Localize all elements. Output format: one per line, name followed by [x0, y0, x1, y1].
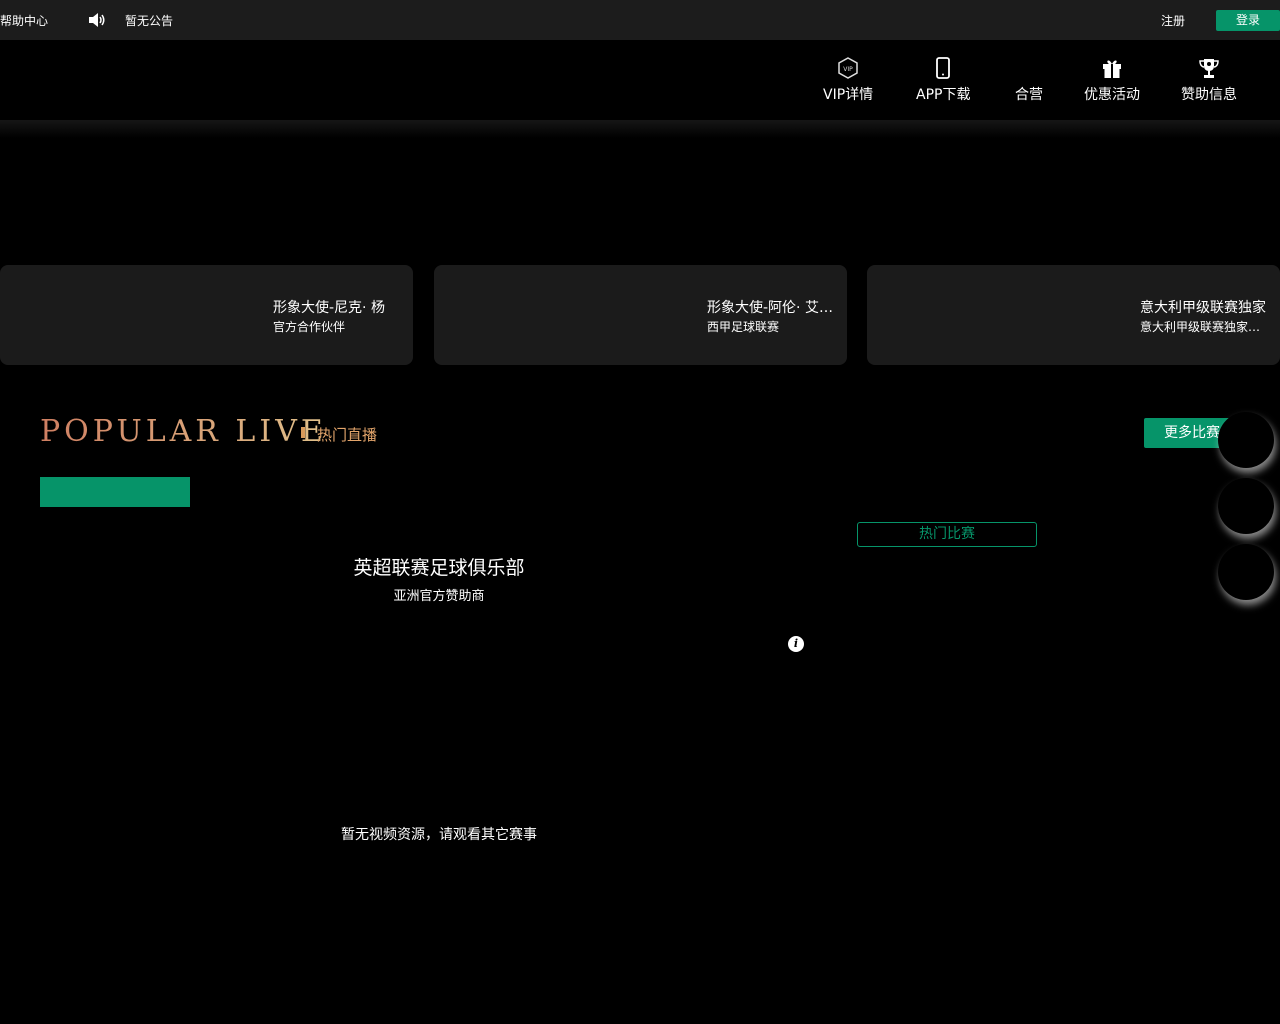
card-subtitle: 官方合作伙伴	[273, 320, 346, 334]
main-nav: VIP VIP详情 APP下载 合营 优惠活动 赞助信息	[0, 40, 1280, 120]
nav-label: VIP详情	[823, 87, 874, 103]
card-title: 意大利甲级联赛独家	[1140, 300, 1266, 316]
nav-item-promotions[interactable]: 优惠活动	[1084, 57, 1140, 104]
floating-button[interactable]	[1218, 544, 1274, 600]
nav-label: 优惠活动	[1084, 87, 1140, 103]
vip-icon: VIP	[838, 57, 858, 79]
register-link[interactable]: 注册	[1161, 12, 1185, 29]
info-icon[interactable]: i	[788, 636, 804, 652]
title-divider	[301, 427, 305, 438]
help-center-link[interactable]: 帮助中心	[0, 12, 48, 29]
card-subtitle: 意大利甲级联赛独家合作	[1140, 320, 1262, 334]
nav-item-vip[interactable]: VIP VIP详情	[823, 57, 873, 104]
announcement-text: 暂无公告	[125, 14, 174, 28]
card-title: 形象大使-阿伦· 艾弗森	[707, 300, 833, 316]
section-title-en: POPULAR LIVE	[40, 414, 327, 449]
nav-item-sponsor[interactable]: 赞助信息	[1181, 57, 1237, 104]
speaker-icon	[89, 13, 105, 27]
match-tab-active[interactable]	[40, 477, 190, 507]
trophy-icon	[1199, 59, 1219, 78]
nav-item-partner[interactable]: 合营	[1015, 84, 1043, 104]
svg-text:VIP: VIP	[843, 66, 853, 73]
gift-icon	[1103, 60, 1121, 78]
no-video-message: 暂无视频资源，请观看其它赛事	[341, 827, 537, 843]
nav-label: 赞助信息	[1181, 87, 1237, 103]
club-subtitle: 亚洲官方赞助商	[393, 589, 485, 604]
hot-match-button[interactable]: 热门比赛	[857, 522, 1037, 547]
floating-button[interactable]	[1218, 478, 1274, 534]
phone-icon	[936, 57, 951, 79]
ambassador-card[interactable]: 形象大使-阿伦· 艾弗森 西甲足球联赛	[434, 265, 847, 365]
club-title: 英超联赛足球俱乐部	[353, 557, 525, 579]
nav-item-app[interactable]: APP下载	[916, 57, 970, 104]
login-button[interactable]: 登录	[1216, 10, 1280, 31]
nav-label: 合营	[1015, 87, 1043, 103]
nav-shadow	[0, 120, 1280, 138]
card-subtitle: 西甲足球联赛	[707, 320, 780, 334]
top-bar: 帮助中心 暂无公告 注册 登录	[0, 0, 1280, 40]
ambassador-card[interactable]: 形象大使-尼克· 杨 官方合作伙伴	[0, 265, 413, 365]
nav-label: APP下载	[916, 87, 971, 103]
section-title-cn: 热门直播	[317, 426, 378, 444]
card-title: 形象大使-尼克· 杨	[273, 300, 385, 316]
ambassador-card[interactable]: 意大利甲级联赛独家 意大利甲级联赛独家合作	[867, 265, 1280, 365]
floating-button[interactable]	[1218, 412, 1274, 468]
